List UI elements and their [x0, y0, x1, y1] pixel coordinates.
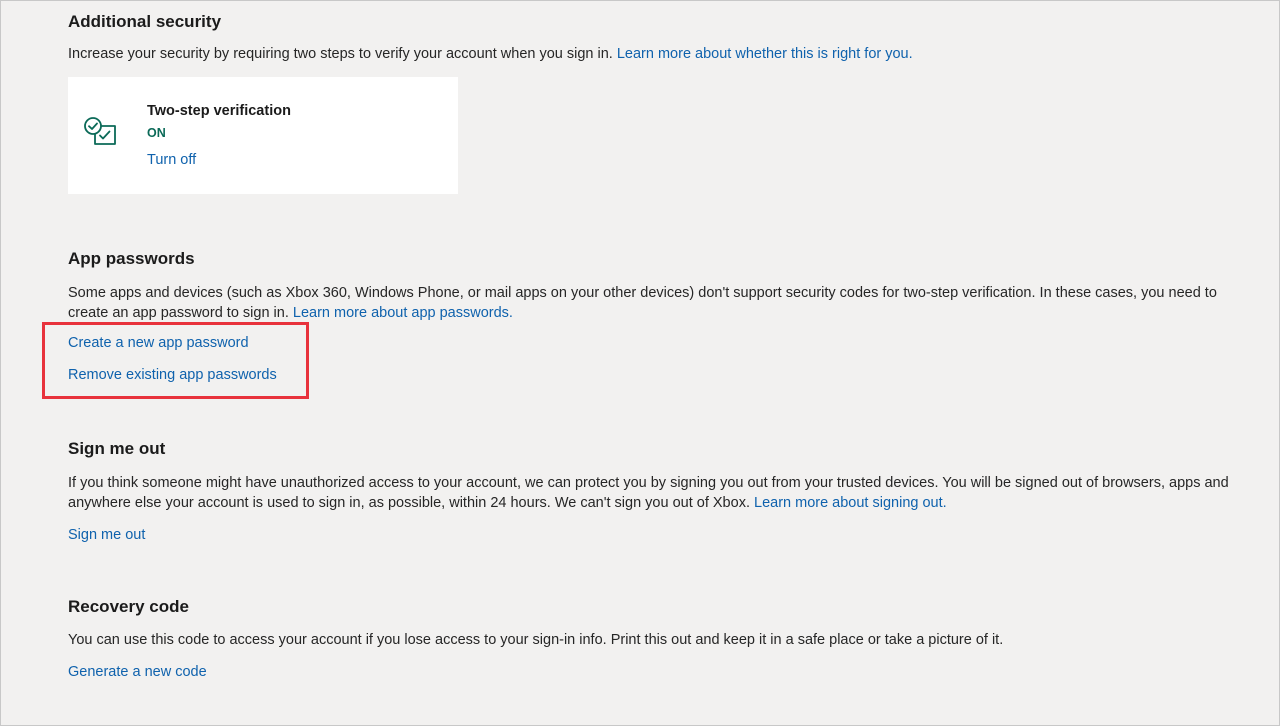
turn-off-link[interactable]: Turn off [147, 150, 196, 170]
sign-me-out-section: Sign me out If you think someone might h… [68, 438, 1238, 545]
additional-security-heading: Additional security [68, 12, 222, 31]
learn-more-right-for-you-link[interactable]: Learn more about whether this is right f… [617, 46, 913, 62]
two-step-verification-card: Two-step verification ON Turn off [68, 77, 458, 194]
recovery-code-heading: Recovery code [68, 597, 189, 616]
recovery-code-description: You can use this code to access your acc… [68, 632, 1004, 648]
two-step-verification-title: Two-step verification [147, 103, 291, 119]
learn-more-app-passwords-link[interactable]: Learn more about app passwords. [293, 305, 513, 321]
app-passwords-description: Some apps and devices (such as Xbox 360,… [68, 283, 1238, 323]
additional-security-section: Additional security Increase your securi… [68, 11, 1238, 194]
additional-security-description: Increase your security by requiring two … [68, 44, 1238, 64]
sign-me-out-description-text: If you think someone might have unauthor… [68, 475, 1229, 511]
create-app-password-link[interactable]: Create a new app password [68, 333, 249, 353]
app-passwords-section: App passwords Some apps and devices (suc… [42, 248, 1238, 399]
shield-check-icon [82, 113, 118, 149]
sign-me-out-link[interactable]: Sign me out [68, 525, 1238, 545]
learn-more-signing-out-link[interactable]: Learn more about signing out. [754, 495, 947, 511]
app-passwords-heading: App passwords [68, 249, 195, 268]
app-passwords-description-text: Some apps and devices (such as Xbox 360,… [68, 285, 1217, 321]
sign-me-out-heading: Sign me out [68, 439, 166, 458]
sign-me-out-description: If you think someone might have unauthor… [68, 473, 1238, 513]
two-step-status-badge: ON [147, 126, 166, 140]
remove-app-passwords-link[interactable]: Remove existing app passwords [68, 365, 277, 385]
recovery-code-section: Recovery code You can use this code to a… [68, 596, 1238, 682]
generate-new-code-link[interactable]: Generate a new code [68, 662, 1238, 682]
additional-security-description-text: Increase your security by requiring two … [68, 46, 613, 62]
